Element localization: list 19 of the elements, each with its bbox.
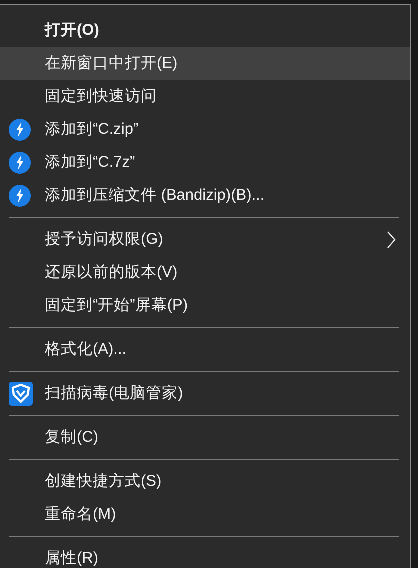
menu-item[interactable]: 创建快捷方式(S) — [0, 465, 410, 498]
menu-item[interactable]: 扫描病毒(电脑管家) — [0, 377, 410, 410]
lightning-bolt-icon — [9, 118, 31, 140]
menu-item[interactable]: 添加到“C.zip” — [0, 113, 410, 146]
menu-item[interactable]: 属性(R) — [0, 542, 410, 568]
shield-icon — [9, 382, 33, 406]
lightning-bolt-icon — [9, 184, 31, 206]
menu-item[interactable]: 固定到“开始”屏幕(P) — [0, 289, 410, 322]
menu-item[interactable]: 重命名(M) — [0, 498, 410, 531]
menu-item[interactable]: 格式化(A)... — [0, 333, 410, 366]
menu-item[interactable]: 添加到压缩文件 (Bandizip)(B)... — [0, 179, 410, 212]
lightning-bolt-icon — [9, 152, 31, 174]
menu-item[interactable]: 在新窗口中打开(E) — [0, 47, 410, 80]
menu-item[interactable]: 复制(C) — [0, 421, 410, 454]
menu-item[interactable]: 授予访问权限(G) — [0, 223, 410, 256]
menu-item[interactable]: 打开(O) — [0, 14, 410, 47]
menu-item[interactable]: 还原以前的版本(V) — [0, 256, 410, 289]
menu-item[interactable]: 固定到快速访问 — [0, 80, 410, 113]
menu-item[interactable]: 添加到“C.7z” — [0, 146, 410, 179]
